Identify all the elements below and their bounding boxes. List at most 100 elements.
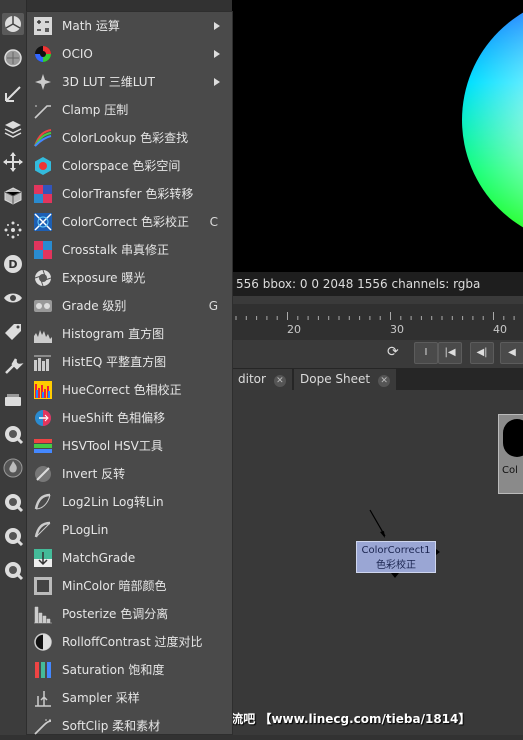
tab-curve-editor[interactable]: ditor ✕ xyxy=(232,369,292,390)
time-toolbar-icon[interactable] xyxy=(2,83,24,105)
menu-item[interactable]: Invert 反转 xyxy=(27,460,232,488)
menu-item-label: HueShift 色相偏移 xyxy=(62,411,166,425)
menu-item-label: ColorTransfer 色彩转移 xyxy=(62,187,194,201)
menu-item-label: HueCorrect 色相校正 xyxy=(62,383,182,397)
tab-label: ditor xyxy=(238,372,266,386)
menu-item[interactable]: 3D LUT 三维LUT xyxy=(27,68,232,96)
menu-item[interactable]: HueShift 色相偏移 xyxy=(27,404,232,432)
timeline-tick-label: 20 xyxy=(287,323,301,336)
menu-item-label: Grade 级别 xyxy=(62,299,127,313)
panel-tab-bar: ditor ✕ Dope Sheet ✕ xyxy=(232,368,523,390)
timeline-tick-label: 30 xyxy=(390,323,404,336)
other-toolbar-icon[interactable] xyxy=(2,389,24,411)
menu-item-shortcut: G xyxy=(208,299,218,313)
menu-item[interactable]: Math 运算 xyxy=(27,12,232,40)
clamp-icon xyxy=(33,100,53,120)
menu-item[interactable]: Sampler 采样 xyxy=(27,684,232,712)
menu-item[interactable]: Histogram 直方图 xyxy=(27,320,232,348)
in-point-button[interactable]: I xyxy=(414,342,438,364)
menu-item[interactable]: OCIO xyxy=(27,40,232,68)
transform-toolbar-icon[interactable] xyxy=(2,151,24,173)
menu-item-label: OCIO xyxy=(62,47,93,61)
menu-item-label: MinColor 暗部颜色 xyxy=(62,579,167,593)
close-icon[interactable]: ✕ xyxy=(378,375,391,387)
3d-toolbar-icon[interactable] xyxy=(2,185,24,207)
node-subtitle: 色彩校正 xyxy=(376,560,416,571)
menu-item-label: Saturation 饱和度 xyxy=(62,663,165,677)
menu-item[interactable]: Grade 级别 G xyxy=(27,292,232,320)
menu-item[interactable]: ColorCorrect 色彩校正 C xyxy=(27,208,232,236)
menu-item[interactable]: Crosstalk 串真修正 xyxy=(27,236,232,264)
menu-item[interactable]: Saturation 饱和度 xyxy=(27,656,232,684)
loop-mode-icon[interactable]: ⟳ xyxy=(387,344,399,360)
plugin-toolbar-icon-1[interactable] xyxy=(2,491,24,513)
menu-item[interactable]: ColorTransfer 色彩转移 xyxy=(27,180,232,208)
menu-item[interactable]: SoftClip 柔和素材 xyxy=(27,712,232,740)
transport-controls: ⟳ I |◀ ◀| ◀ xyxy=(232,340,523,368)
ploglin-icon xyxy=(33,520,53,540)
menu-item[interactable]: ColorLookup 色彩查找 xyxy=(27,124,232,152)
plugin-toolbar-icon-3[interactable] xyxy=(2,559,24,581)
viewer-panel[interactable] xyxy=(232,0,523,272)
left-toolbar: D xyxy=(0,0,27,735)
tab-dope-sheet[interactable]: Dope Sheet ✕ xyxy=(294,369,397,390)
menu-item[interactable]: Clamp 压制 xyxy=(27,96,232,124)
log2lin-icon xyxy=(33,492,53,512)
close-icon[interactable]: ✕ xyxy=(273,375,286,387)
node-thumbnail xyxy=(503,419,523,457)
menu-item-label: Histogram 直方图 xyxy=(62,327,165,341)
3d-lut-icon xyxy=(33,72,53,92)
toolsets-toolbar-icon[interactable] xyxy=(2,355,24,377)
particles-toolbar-icon[interactable] xyxy=(2,219,24,241)
histogram-icon xyxy=(33,324,53,344)
partial-node[interactable]: Col xyxy=(498,414,523,494)
menu-item-label: MatchGrade xyxy=(62,551,136,565)
menu-item-label: Crosstalk 串真修正 xyxy=(62,243,170,257)
posterize-icon xyxy=(33,604,53,624)
exposure-icon xyxy=(33,268,53,288)
menu-item-label: ColorCorrect 色彩校正 xyxy=(62,215,189,229)
plugin-toolbar-icon-2[interactable] xyxy=(2,525,24,547)
first-frame-button[interactable]: |◀ xyxy=(438,342,462,364)
color-wheel-image xyxy=(462,12,523,228)
menu-item[interactable]: MatchGrade xyxy=(27,544,232,572)
ocio-icon xyxy=(33,44,53,64)
timeline[interactable]: 20 30 40 xyxy=(232,304,523,340)
menu-item-label: Clamp 压制 xyxy=(62,103,129,117)
colortransfer-icon xyxy=(33,184,53,204)
deep-toolbar-icon[interactable]: D xyxy=(2,253,24,275)
play-backward-button[interactable]: ◀ xyxy=(500,342,523,364)
metadata-toolbar-icon[interactable] xyxy=(2,321,24,343)
menu-item[interactable]: Exposure 曝光 xyxy=(27,264,232,292)
menu-item-shortcut: C xyxy=(209,215,218,229)
menu-item[interactable]: Log2Lin Log转Lin xyxy=(27,488,232,516)
menu-item[interactable]: Colorspace 色彩空间 xyxy=(27,152,232,180)
viewer-divider xyxy=(232,296,523,304)
views-toolbar-icon[interactable] xyxy=(2,287,24,309)
menu-item[interactable]: PLogLin xyxy=(27,516,232,544)
menu-item-label: Log2Lin Log转Lin xyxy=(62,495,164,509)
menu-item[interactable]: HSVTool HSV工具 xyxy=(27,432,232,460)
submenu-arrow-icon xyxy=(214,78,220,86)
menu-item-label: PLogLin xyxy=(62,523,109,537)
menu-item-label: RolloffContrast 过度对比 xyxy=(62,635,203,649)
submenu-arrow-icon xyxy=(214,50,220,58)
node-graph[interactable]: Col ColorCorrect1 色彩校正 xyxy=(232,390,523,735)
draw-toolbar-icon[interactable] xyxy=(2,47,24,69)
color-toolbar-icon[interactable] xyxy=(2,13,24,35)
menu-item[interactable]: MinColor 暗部颜色 xyxy=(27,572,232,600)
huecorrect-icon xyxy=(33,380,53,400)
colorcorrect-node[interactable]: ColorCorrect1 色彩校正 xyxy=(356,541,436,573)
node-name: ColorCorrect1 xyxy=(361,545,431,556)
channel-toolbar-icon[interactable] xyxy=(2,117,24,139)
menu-item[interactable]: HistEQ 平整直方图 xyxy=(27,348,232,376)
menu-item[interactable]: RolloffContrast 过度对比 xyxy=(27,628,232,656)
timeline-ruler xyxy=(235,312,515,320)
fire-toolbar-icon[interactable] xyxy=(2,457,24,479)
furnace-toolbar-icon[interactable] xyxy=(2,423,24,445)
previous-keyframe-button[interactable]: ◀| xyxy=(470,342,494,364)
menu-item-label: Exposure 曝光 xyxy=(62,271,146,285)
menu-item[interactable]: Posterize 色调分离 xyxy=(27,600,232,628)
menu-item[interactable]: HueCorrect 色相校正 xyxy=(27,376,232,404)
menu-item-label: Posterize 色调分离 xyxy=(62,607,169,621)
